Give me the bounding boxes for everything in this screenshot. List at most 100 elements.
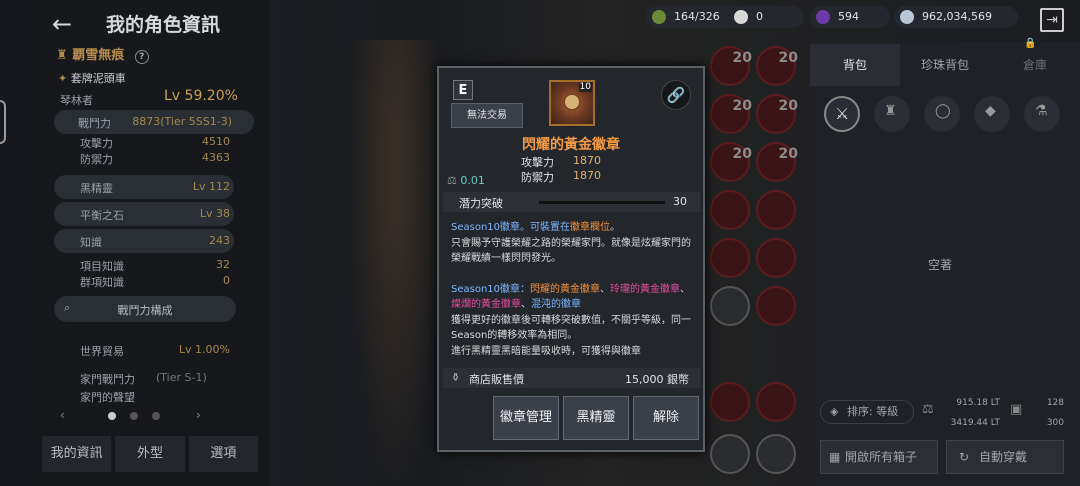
prev-page-icon[interactable]: ‹: [60, 408, 65, 422]
equip-slot[interactable]: [756, 190, 796, 230]
desc-line: 獲得更好的徽章後可轉移突破數值，不關乎等級，同一Season的轉移效率為相同。: [451, 314, 691, 342]
desc-highlight: 閃耀的黃金徽章: [530, 283, 601, 295]
desc-highlight: 混沌的徽章: [531, 299, 581, 310]
equip-slot[interactable]: 20: [710, 142, 752, 182]
defense-value: 1870: [573, 169, 601, 182]
page-dot: [130, 412, 138, 420]
stat-value: 32: [216, 258, 230, 271]
class-label: 琴林者: [60, 94, 93, 107]
tab-appearance[interactable]: 外型: [115, 436, 185, 472]
slot-level: 20: [778, 146, 798, 162]
trade-value: Lv 1.00%: [178, 343, 230, 356]
weight-max: 3419.44 LT: [950, 418, 1000, 428]
dark-orb-icon: [816, 10, 830, 24]
back-arrow-icon[interactable]: ←: [52, 10, 72, 38]
help-icon[interactable]: ?: [134, 50, 149, 64]
character-title-row: ✦ 套牌泥頭車: [58, 70, 126, 86]
desc-text: 。: [610, 222, 621, 233]
badge-manage-button[interactable]: 徽章管理: [493, 396, 559, 440]
next-page-icon[interactable]: ›: [196, 408, 201, 422]
potential-bar: [539, 201, 665, 204]
desc-line: 進行黑精靈黑暗能量吸收時，可獲得與徽章: [451, 345, 641, 357]
currency-value: 0: [756, 10, 763, 23]
accessory-category-icon[interactable]: ◯: [924, 96, 960, 132]
family-fame-label: 家門的聲望: [80, 391, 135, 404]
sort-label: 排序: 等級: [847, 405, 899, 418]
armor-category-icon[interactable]: ♜: [874, 96, 910, 132]
slot-level: 20: [732, 50, 752, 66]
trade-status: 無法交易: [451, 103, 523, 128]
currency-value: 164/326: [674, 10, 720, 23]
power-build-button[interactable]: ⌕ 戰鬥力構成: [54, 296, 236, 322]
trade-label: 世界貿易: [80, 345, 124, 358]
side-handle[interactable]: [0, 100, 6, 144]
black-spirit-button[interactable]: 黑精靈: [563, 396, 629, 440]
stat-label: 黑精靈: [80, 182, 113, 195]
exit-icon[interactable]: ⇥: [1040, 8, 1064, 32]
badge-item-icon: 10: [549, 80, 595, 126]
price-value: 15,000 銀幣: [625, 373, 689, 386]
equip-slot[interactable]: 20: [756, 94, 798, 134]
energy-icon: [652, 10, 666, 24]
price-label: 商店販售價: [469, 373, 524, 386]
tab-inventory[interactable]: 背包: [810, 44, 900, 86]
currency-pearl: 0: [728, 6, 804, 28]
tab-storage[interactable]: 倉庫: [990, 44, 1080, 86]
medal-icon: [563, 93, 581, 111]
tab-options[interactable]: 選項: [188, 436, 258, 472]
equip-slot[interactable]: [756, 382, 796, 422]
link-icon[interactable]: 🔗: [661, 80, 691, 110]
character-model: [350, 40, 440, 480]
equip-slot[interactable]: 20: [756, 142, 798, 182]
pearl-icon: [734, 10, 748, 24]
stat-value: 4363: [202, 151, 230, 164]
equip-slot[interactable]: 20: [756, 46, 798, 86]
equip-slot[interactable]: [756, 238, 796, 278]
tab-my-info[interactable]: 我的資訊: [42, 436, 112, 472]
character-name: 覇雪無痕: [72, 48, 125, 63]
item-name: 閃耀的黃金徽章: [522, 137, 620, 153]
slots-max: 300: [1046, 418, 1064, 428]
silver-bag-icon: ⚱: [451, 371, 461, 384]
level-value: Lv 59.20%: [164, 88, 238, 104]
sort-button[interactable]: ◈ 排序: 等級: [820, 400, 914, 424]
stat-value: Lv 112: [192, 180, 230, 193]
weapon-category-icon[interactable]: ⚔: [824, 96, 860, 132]
equip-slot[interactable]: [710, 382, 750, 422]
sort-icon: ◈: [830, 405, 839, 418]
gem-category-icon[interactable]: ◆: [974, 96, 1010, 132]
unequip-button[interactable]: 解除: [633, 396, 699, 440]
open-all-boxes-button[interactable]: ▦ 開啟所有箱子: [820, 440, 938, 474]
equip-slot[interactable]: [710, 434, 750, 474]
weight-icon: ⚖: [922, 402, 934, 417]
currency-silver: 962,034,569: [894, 6, 1018, 28]
equip-slot[interactable]: [756, 286, 796, 326]
page-dot-active: [108, 412, 116, 420]
slot-level: 20: [778, 50, 798, 66]
equip-slot[interactable]: [710, 286, 750, 326]
stat-label: 項目知識: [80, 260, 124, 273]
potential-label: 潛力突破: [459, 197, 503, 210]
equip-slot[interactable]: [710, 190, 750, 230]
desc-highlight: 燦爛的黃金徽章: [451, 299, 521, 310]
equip-slot[interactable]: 20: [710, 46, 752, 86]
desc-line: Season10徽章。可裝置在徽章欄位。: [451, 220, 693, 236]
item-weight-value: 0.01: [460, 174, 485, 187]
equip-slot[interactable]: [756, 434, 796, 474]
weight-icon: ⚖: [447, 174, 461, 187]
desc-line: Season10徽章：閃耀的黃金徽章、玲瓏的黃金徽章、燦爛的黃金徽章、混沌的徽章: [451, 283, 691, 311]
tab-pearl-inventory[interactable]: 珍珠背包: [900, 44, 990, 86]
empty-label: 空著: [928, 258, 953, 272]
equip-slot[interactable]: 20: [710, 94, 752, 134]
refresh-icon: ↻: [959, 450, 970, 464]
crown-icon: ♜: [56, 48, 68, 63]
stat-label: 知識: [80, 236, 102, 249]
title-icon: ✦: [58, 72, 71, 85]
family-power-label: 家門戰鬥力: [80, 373, 135, 386]
auto-equip-button[interactable]: ↻ 自動穿戴: [946, 440, 1064, 474]
currency-value: 594: [838, 10, 859, 23]
item-level: 10: [578, 82, 592, 92]
equip-slot[interactable]: [710, 238, 750, 278]
potion-category-icon[interactable]: ⚗: [1024, 96, 1060, 132]
